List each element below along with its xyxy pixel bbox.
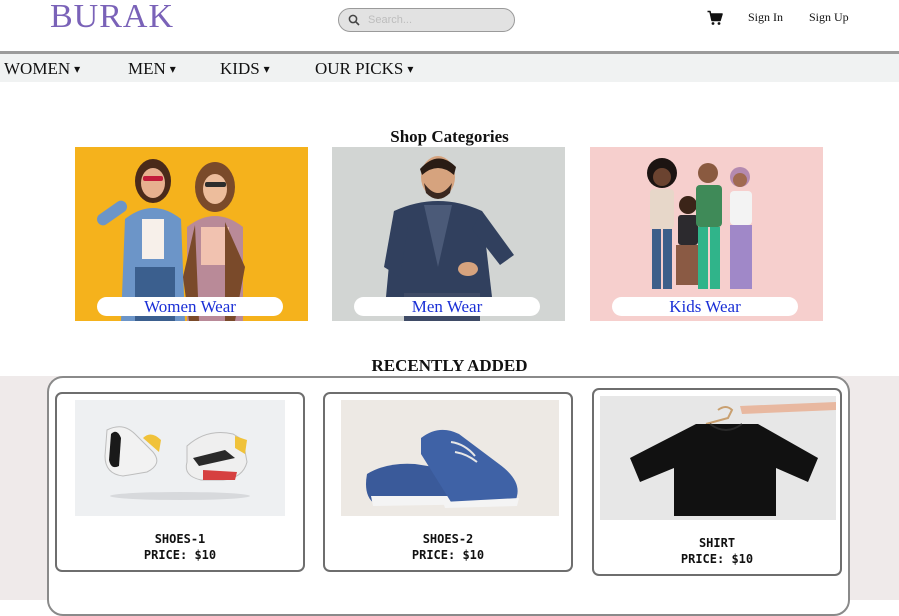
product-card-shoes-1[interactable]: SHOES-1 PRICE: $10 [55,392,305,572]
cart-icon[interactable] [707,10,723,26]
caret-down-icon: ▾ [263,61,270,76]
product-image [75,400,285,516]
category-label[interactable]: Men Wear [354,297,540,316]
product-image [600,396,836,520]
nav-item-our-picks[interactable]: OUR PICKS ▾ [315,59,413,79]
product-name: SHOES-2 [422,532,474,546]
nav-item-label: KIDS [220,59,260,78]
shop-categories-heading: Shop Categories [390,127,509,146]
nav-item-label: MEN [128,59,166,78]
category-label[interactable]: Women Wear [97,297,283,316]
kids-wear-image [590,147,823,321]
category-label[interactable]: Kids Wear [612,297,798,316]
product-card-shoes-2[interactable]: SHOES-2 PRICE: $10 [323,392,573,572]
category-card-men[interactable]: Men Wear [332,147,565,321]
nav-item-kids[interactable]: KIDS ▾ [220,59,270,79]
nav-item-label: OUR PICKS [315,59,404,78]
product-card-shirt[interactable]: SHIRT PRICE: $10 [592,388,842,576]
product-name: SHOES-1 [154,532,206,546]
recently-added-heading: RECENTLY ADDED [371,356,528,375]
nav-item-label: WOMEN [4,59,71,78]
nav-item-men[interactable]: MEN ▾ [128,59,176,79]
caret-down-icon: ▾ [407,61,414,76]
search-bar[interactable] [338,8,515,32]
caret-down-icon: ▾ [169,61,176,76]
product-image [341,400,559,516]
product-price: PRICE: $10 [143,548,217,562]
category-card-women[interactable]: Women Wear [75,147,308,321]
sign-up-link[interactable]: Sign Up [809,10,849,25]
product-price: PRICE: $10 [680,552,754,566]
main-nav: WOMEN ▾ MEN ▾ KIDS ▾ OUR PICKS ▾ [0,54,899,82]
product-name: SHIRT [698,536,736,550]
product-price: PRICE: $10 [411,548,485,562]
category-card-kids[interactable]: Kids Wear [590,147,823,321]
sign-in-link[interactable]: Sign In [748,10,783,25]
search-input[interactable] [366,13,500,27]
women-wear-image [75,147,308,321]
brand-logo[interactable]: BURAK [50,0,174,36]
search-icon [348,14,360,26]
caret-down-icon: ▾ [74,61,81,76]
men-wear-image [332,147,565,321]
nav-item-women[interactable]: WOMEN ▾ [4,59,80,79]
